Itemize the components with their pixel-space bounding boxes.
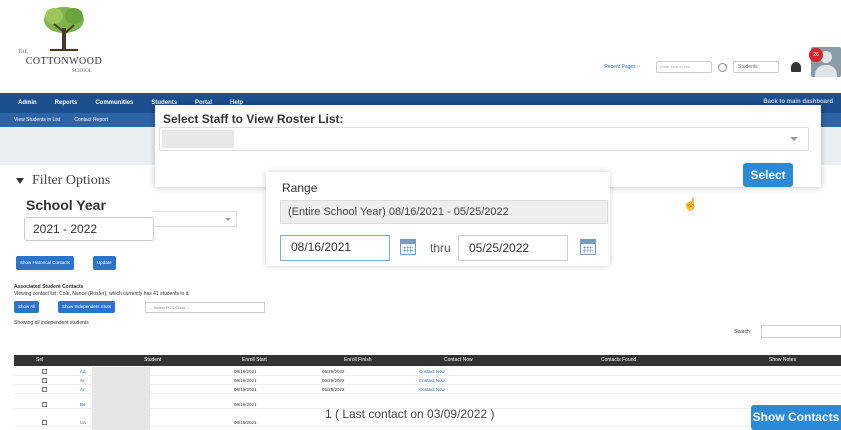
row-checkbox[interactable] [42,387,47,392]
col-enroll-start[interactable]: Enroll Start [242,357,267,363]
update-button[interactable]: Update [93,256,116,270]
bell-icon[interactable] [791,62,801,72]
school-year-dropdown-arrow[interactable] [153,211,237,227]
show-historical-button[interactable]: Show Historical Contacts [16,256,75,270]
col-student[interactable]: Student [144,357,161,363]
select-button[interactable]: Select [743,163,793,187]
students-select[interactable]: Students [733,61,779,73]
associated-contacts-info: Associated Student Contacts Viewing cont… [14,284,190,298]
student-name[interactable]: Ca [80,420,86,425]
filter-options-label: Filter Options [32,173,111,188]
assoc-desc: Viewing contact list: Cole, Nance (Roste… [14,291,190,297]
school-year-label: School Year [26,197,106,213]
range-select[interactable]: (Entire School Year) 08/16/2021 - 05/25/… [280,200,608,224]
table-search-label: Search: [734,329,752,335]
enroll-finish: 05/25/2022 [322,387,345,392]
show-all-button[interactable]: Show All [14,301,40,313]
enroll-finish: 05/25/2022 [322,369,345,374]
search-icon[interactable] [718,62,727,72]
filter-options-toggle[interactable]: Filter Options [16,173,110,189]
last-contact-text: 1 ( Last contact on 03/09/2022 ) [325,407,495,421]
redacted-staff-name [162,130,234,148]
modal-title: Select Staff to View Roster List: [163,112,344,126]
logo-the: THE [18,50,28,55]
contact-now-link[interactable]: Contact Now [419,378,445,383]
enroll-start: 08/16/2021 [234,420,257,425]
caret-down-icon [16,177,24,184]
pcs-class-select[interactable]: -- Select PCS Class -- [145,302,265,313]
col-sel[interactable]: Sel [36,357,43,363]
redacted-names [92,367,150,430]
date-to-input[interactable]: 05/25/2022 [458,235,568,261]
notification-badge: 26 [809,48,823,62]
nav-communities[interactable]: Communities [95,100,133,106]
school-logo[interactable]: THE COTTONWOOD SCHOOL [18,6,110,78]
col-show-notes[interactable]: Show Notes [769,357,796,363]
student-name[interactable]: Be [80,402,86,407]
col-enroll-finish[interactable]: Enroll Finish [344,357,372,363]
nav-admin[interactable]: Admin [18,100,37,106]
subnav-view-students[interactable]: View Students in List [14,117,60,123]
col-contacts-found[interactable]: Contacts Found [601,357,636,363]
assoc-title: Associated Student Contacts [14,284,84,290]
table-header: Sel Student Enroll Start Enroll Finish C… [14,355,841,366]
recent-pages-link[interactable]: Recent Pages ~ [604,64,640,70]
range-panel: Range (Entire School Year) 08/16/2021 - … [266,172,610,266]
logo-name: COTTONWOOD [25,56,103,67]
enroll-start: 08/16/2021 [234,369,257,374]
enroll-start: 08/16/2021 [234,402,257,407]
student-name[interactable]: Ad [80,369,86,374]
student-name[interactable]: Ar [80,387,85,392]
row-checkbox[interactable] [42,402,47,407]
row-checkbox[interactable] [42,369,47,374]
student-name[interactable]: Ar [80,378,85,383]
contact-now-link[interactable]: Contact Now [419,369,445,374]
nav-reports[interactable]: Reports [55,100,78,106]
show-independent-button[interactable]: Show Independent Stuts [58,301,116,313]
header-search-input[interactable]: Enter search text [656,61,712,73]
range-label: Range [282,181,318,195]
row-checkbox[interactable] [42,420,47,425]
calendar-icon[interactable] [400,239,416,255]
thru-label: thru [430,241,451,255]
enroll-start: 08/16/2021 [234,378,257,383]
enroll-start: 08/16/2021 [234,387,257,392]
chevron-down-icon [790,137,798,141]
col-contact-now[interactable]: Contact Now [444,357,473,363]
table-search-input[interactable] [761,325,841,338]
logo-school: SCHOOL [72,69,93,74]
showing-text: Showing all independent students [14,320,89,326]
row-checkbox[interactable] [42,378,47,383]
date-from-input[interactable]: 08/16/2021 [280,235,390,261]
enroll-finish: 05/25/2022 [322,378,345,383]
subnav-contact-report[interactable]: Contact Report [74,117,108,123]
hand-cursor-icon: ☝ [683,197,698,211]
show-contacts-button[interactable]: Show Contacts [751,405,841,430]
calendar-icon[interactable] [580,239,596,255]
tree-icon [44,7,84,51]
header-tools: Recent Pages ~ Enter search text Student… [604,47,841,78]
staff-select[interactable] [159,127,809,151]
contact-now-link[interactable]: Contact Now [419,387,445,392]
school-year-select[interactable]: 2021 - 2022 [24,217,154,241]
